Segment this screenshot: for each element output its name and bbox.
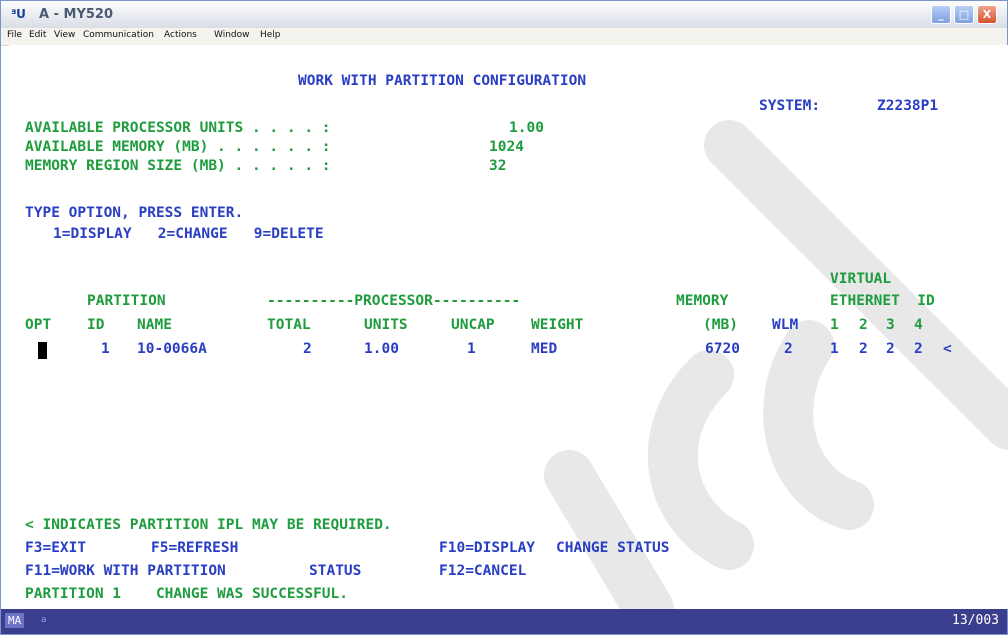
system-label: SYSTEM: <box>759 98 821 114</box>
menu-file[interactable]: File <box>7 30 22 40</box>
menu-help[interactable]: Help <box>260 30 281 40</box>
emulator-window: ᴲ𝗨 A - MY520 _ □ X File Edit View Commun… <box>0 0 1008 635</box>
menu-actions[interactable]: Actions <box>164 30 197 40</box>
f3-exit-key[interactable]: F3=EXIT <box>25 540 86 556</box>
col-header-eth2: 2 <box>859 317 868 333</box>
instructions: TYPE OPTION, PRESS ENTER. <box>25 205 244 221</box>
close-button[interactable]: X <box>977 5 997 24</box>
field-value-processor-units: 1.00 <box>509 120 544 136</box>
mode-indicator: MA <box>5 613 25 628</box>
menu-edit[interactable]: Edit <box>29 30 46 40</box>
field-label-processor-units: AVAILABLE PROCESSOR UNITS . . . . : <box>25 120 331 136</box>
ipl-note: < INDICATES PARTITION IPL MAY BE REQUIRE… <box>25 517 392 533</box>
row-ipl-flag: < <box>943 341 952 357</box>
f11-work-with-key[interactable]: F11=WORK WITH PARTITION <box>25 563 226 579</box>
header-ethernet-id: ETHERNET ID <box>830 293 935 309</box>
terminal-screen[interactable]: WORK WITH PARTITION CONFIGURATION SYSTEM… <box>9 45 1008 609</box>
row-eth4: 2 <box>914 341 923 357</box>
col-header-units: UNITS <box>364 317 408 333</box>
screen-title: WORK WITH PARTITION CONFIGURATION <box>298 73 587 89</box>
col-header-uncap: UNCAP <box>451 317 495 333</box>
f5-refresh-key[interactable]: F5=REFRESH <box>151 540 238 556</box>
cursor-position: 13/003 <box>952 613 999 628</box>
status-indicator-icon: a <box>41 615 47 625</box>
option-legend: 1=DISPLAY 2=CHANGE 9=DELETE <box>53 226 324 242</box>
row-eth1: 1 <box>830 341 839 357</box>
col-header-wlm: WLM <box>772 317 799 333</box>
row-uncap: 1 <box>467 341 476 357</box>
f10-change-status[interactable]: CHANGE STATUS <box>556 540 670 556</box>
col-header-total: TOTAL <box>267 317 311 333</box>
title-bar[interactable]: ᴲ𝗨 A - MY520 _ □ X <box>1 1 1007 29</box>
row-total: 2 <box>303 341 312 357</box>
field-label-memory: AVAILABLE MEMORY (MB) . . . . . . : <box>25 139 331 155</box>
f12-cancel-key[interactable]: F12=CANCEL <box>439 563 526 579</box>
status-message: PARTITION 1 CHANGE WAS SUCCESSFUL. <box>25 586 349 602</box>
row-units: 1.00 <box>364 341 399 357</box>
menu-view[interactable]: View <box>54 30 75 40</box>
col-header-mb: (MB) <box>703 317 738 333</box>
header-memory: MEMORY <box>676 293 729 309</box>
field-value-memory: 1024 <box>489 139 524 155</box>
menu-window[interactable]: Window <box>214 30 250 40</box>
f10-display-key[interactable]: F10=DISPLAY <box>439 540 535 556</box>
col-header-opt: OPT <box>25 317 52 333</box>
menu-bar: File Edit View Communication Actions Win… <box>1 28 1007 46</box>
row-id: 1 <box>101 341 110 357</box>
col-header-eth1: 1 <box>830 317 839 333</box>
window-title: A - MY520 <box>39 7 113 22</box>
field-label-region-size: MEMORY REGION SIZE (MB) . . . . . : <box>25 158 331 174</box>
row-weight: MED <box>531 341 558 357</box>
row-name: 10-0066A <box>137 341 207 357</box>
opt-input-cursor[interactable] <box>38 342 47 359</box>
row-eth3: 2 <box>886 341 895 357</box>
system-value: Z2238P1 <box>877 98 939 114</box>
row-wlm: 2 <box>784 341 793 357</box>
header-virtual: VIRTUAL <box>830 271 892 287</box>
menu-communication[interactable]: Communication <box>83 30 154 40</box>
col-header-eth3: 3 <box>886 317 895 333</box>
status-bar: MA a 13/003 <box>1 609 1007 634</box>
row-eth2: 2 <box>859 341 868 357</box>
row-memory: 6720 <box>705 341 740 357</box>
minimize-button[interactable]: _ <box>931 5 951 24</box>
col-header-id: ID <box>87 317 105 333</box>
header-processor: ----------PROCESSOR---------- <box>267 293 521 309</box>
f11-status[interactable]: STATUS <box>309 563 361 579</box>
session-icon: ᴲ𝗨 <box>11 7 26 21</box>
col-header-name: NAME <box>137 317 172 333</box>
col-header-eth4: 4 <box>914 317 923 333</box>
maximize-button[interactable]: □ <box>954 5 974 24</box>
col-header-weight: WEIGHT <box>531 317 584 333</box>
field-value-region-size: 32 <box>489 158 507 174</box>
header-partition: PARTITION <box>87 293 166 309</box>
